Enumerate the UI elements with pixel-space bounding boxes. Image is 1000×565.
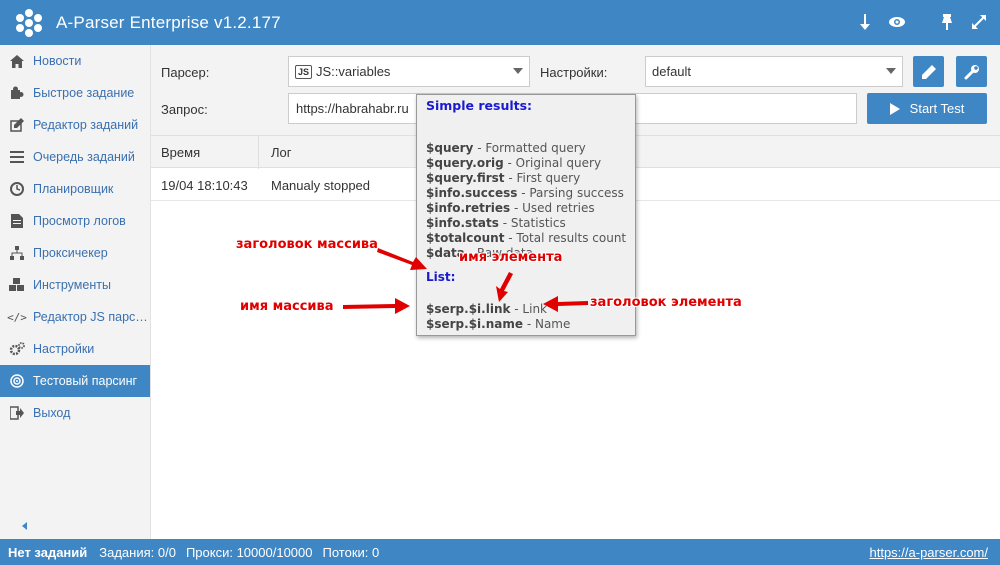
tooltip-var-line: $query - Formatted query [426, 141, 586, 155]
annotation-array-header: заголовок массива [236, 237, 378, 252]
settings-label: Настройки: [540, 65, 608, 80]
header-actions [854, 12, 990, 32]
edit-settings-button[interactable] [913, 56, 944, 87]
home-icon [9, 53, 25, 69]
cubes-icon [9, 277, 25, 293]
start-test-label: Start Test [909, 101, 965, 116]
file-icon [9, 213, 25, 229]
tooltip-var-line: $query.first - First query [426, 171, 581, 185]
js-badge-icon: JS [295, 64, 313, 79]
tooltip-var-line: $query.orig - Original query [426, 156, 602, 170]
row-time: 19/04 18:10:43 [161, 178, 248, 193]
tooltip-var-line: $info.retries - Used retries [426, 201, 595, 215]
sidebar-item-settings[interactable]: Настройки [0, 333, 150, 365]
code-icon: </> [7, 310, 27, 324]
puzzle-icon [9, 85, 25, 101]
sidebar-item-label: Быстрое задание [33, 86, 135, 100]
app-title: A-Parser Enterprise v1.2.177 [56, 12, 281, 32]
sidebar-item-label: Просмотр логов [33, 214, 126, 228]
aparser-site-link[interactable]: https://a-parser.com/ [870, 545, 989, 560]
download-icon[interactable] [854, 12, 876, 32]
sidebar-item-log-viewer[interactable]: Просмотр логов [0, 205, 150, 237]
annotation-element-header: заголовок элемента [590, 295, 742, 310]
sidebar-item-js-editor[interactable]: </> Редактор JS парс… [0, 301, 150, 333]
parser-select[interactable]: JS JS::variables [288, 56, 530, 87]
column-header-time: Время [161, 145, 201, 160]
sidebar-item-label: Редактор заданий [33, 118, 139, 132]
sidebar-item-label: Новости [33, 54, 82, 68]
row-log: Manualy stopped [271, 178, 371, 193]
tooltip-list-title: List: [426, 270, 456, 284]
sidebar: Новости Быстрое задание Редактор заданий… [0, 45, 151, 539]
sidebar-item-label: Настройки [33, 342, 95, 356]
start-test-button[interactable]: Start Test [867, 93, 987, 124]
sidebar-item-task-editor[interactable]: Редактор заданий [0, 109, 150, 141]
status-proxies: Прокси: 10000/10000 [185, 544, 313, 560]
sidebar-item-tools[interactable]: Инструменты [0, 269, 150, 301]
sidebar-item-test-parsing[interactable]: Тестовый парсинг [0, 365, 150, 397]
clock-icon [9, 181, 25, 197]
settings-wrench-button[interactable] [956, 56, 987, 87]
sidebar-item-label: Планировщик [33, 182, 114, 196]
edit-icon [9, 117, 25, 133]
sidebar-item-label: Очередь заданий [33, 150, 135, 164]
sidebar-item-label: Тестовый парсинг [33, 374, 138, 388]
tooltip-spacer [426, 115, 635, 141]
status-threads: Потоки: 0 [322, 544, 380, 560]
tooltip-var-line: $totalcount - Total results count [426, 231, 627, 245]
sidebar-item-label: Редактор JS парс… [33, 310, 148, 324]
tooltip-var-line: $info.success - Parsing success [426, 186, 624, 200]
annotation-array-name: имя массива [240, 299, 334, 314]
chevron-down-icon [513, 68, 523, 74]
sidebar-item-news[interactable]: Новости [0, 45, 150, 77]
tooltip-title: Simple results: [426, 98, 533, 113]
settings-select[interactable]: default [645, 56, 903, 87]
annotation-element-name: имя элемента [459, 250, 563, 265]
expand-icon[interactable] [968, 12, 990, 32]
settings-select-value: default [652, 64, 692, 79]
status-tasks: Задания: 0/0 [99, 544, 176, 560]
pencil-icon [921, 64, 936, 79]
cogs-icon [9, 341, 25, 357]
sitemap-icon [9, 245, 25, 261]
header-bar: A-Parser Enterprise v1.2.177 [0, 0, 1000, 45]
sidebar-item-scheduler[interactable]: Планировщик [0, 173, 150, 205]
sidebar-item-label: Выход [33, 406, 71, 420]
sidebar-item-label: Инструменты [33, 278, 111, 292]
sidebar-item-proxy-checker[interactable]: Проксичекер [0, 237, 150, 269]
target-icon [9, 373, 25, 389]
pin-icon[interactable] [936, 12, 958, 32]
parser-select-value: JS::variables [316, 64, 391, 79]
status-bar: Нет заданий Задания: 0/0 Прокси: 10000/1… [0, 539, 1000, 565]
sidebar-item-quick-task[interactable]: Быстрое задание [0, 77, 150, 109]
tooltip-list-line: $serp.$i.name - Name [426, 317, 571, 331]
column-header-log: Лог [271, 145, 292, 160]
aparser-logo-icon [16, 8, 42, 37]
play-icon [889, 102, 900, 115]
status-no-tasks: Нет заданий [8, 544, 88, 560]
list-icon [9, 149, 25, 165]
tooltip-var-line: $info.stats - Statistics [426, 216, 566, 230]
collapse-sidebar-icon[interactable] [20, 521, 30, 531]
sidebar-item-task-queue[interactable]: Очередь заданий [0, 141, 150, 173]
wrench-icon [964, 64, 979, 79]
column-divider [258, 136, 259, 169]
eye-icon[interactable] [886, 12, 908, 32]
parser-label: Парсер: [161, 65, 210, 80]
query-label: Запрос: [161, 102, 208, 117]
chevron-down-icon [886, 68, 896, 74]
exit-icon [9, 405, 25, 421]
sidebar-item-label: Проксичекер [33, 246, 108, 260]
sidebar-item-exit[interactable]: Выход [0, 397, 150, 429]
